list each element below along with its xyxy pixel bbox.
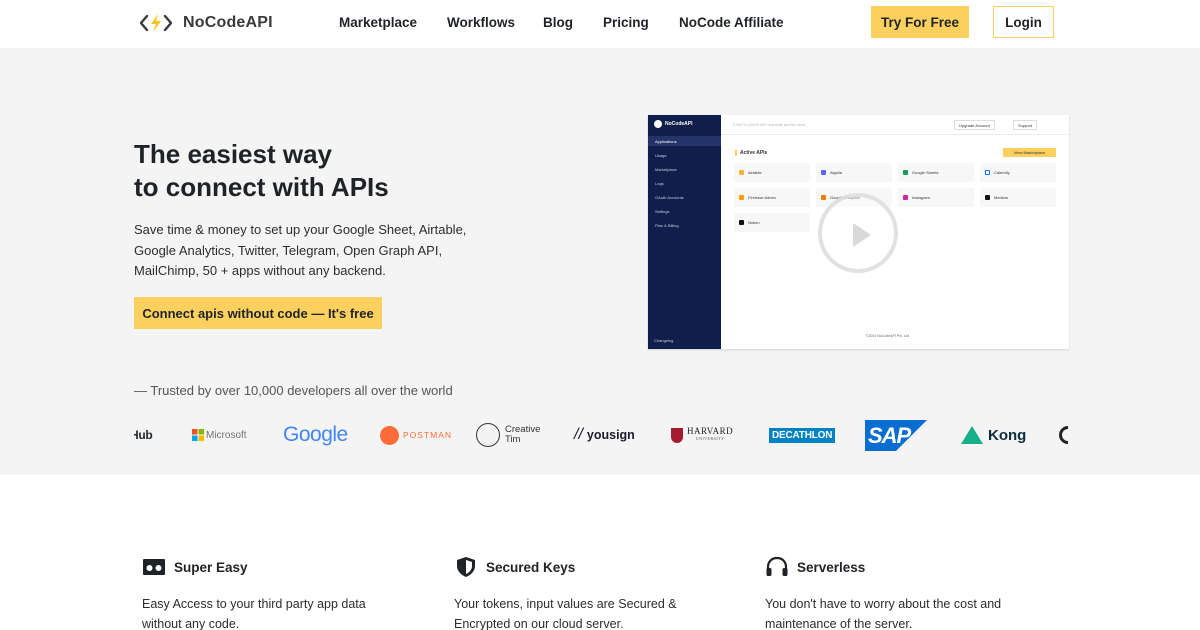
- logo-google: Google: [283, 423, 348, 446]
- top-navigation: NoCodeAPI Marketplace Workflows Blog Pri…: [0, 0, 1200, 48]
- logo-kong: Kong: [961, 415, 1026, 455]
- app-sidebar-item-oauth: OAuth Accounts: [655, 194, 684, 200]
- hero-headline: The easiest way to connect with APIs: [134, 138, 389, 204]
- feature-description: Your tokens, input values are Secured & …: [454, 597, 677, 630]
- app-support-button: Support: [1013, 120, 1038, 130]
- microsoft-icon: [192, 429, 204, 441]
- play-icon: [853, 223, 871, 247]
- app-sidebar-changelog: Changelog: [654, 338, 674, 343]
- postman-icon: [380, 425, 399, 445]
- logo-sap: SAP: [865, 415, 927, 455]
- app-card-notion: Notion: [734, 213, 810, 232]
- hero-headline-line-2: to connect with APIs: [134, 172, 389, 202]
- app-preview-video[interactable]: NoCodeAPI Applications Usage Marketplace…: [648, 115, 1069, 349]
- nav-link-nocode-affiliate[interactable]: NoCode Affiliate: [679, 15, 784, 30]
- kong-icon: [961, 426, 983, 444]
- app-preview-footer: ©2021 NoCodeAPI Pvt. Ltd.: [866, 334, 910, 338]
- login-button[interactable]: Login: [993, 6, 1054, 38]
- connect-apis-button[interactable]: Connect apis without code — It's free: [134, 297, 382, 329]
- app-sidebar-item-marketplace: Marketplace: [655, 166, 677, 172]
- app-sidebar-item-billing: Plan & Billing: [655, 222, 679, 228]
- app-card-firebase: Firebase Admin: [734, 188, 810, 207]
- app-active-apis-title: Active APIs: [735, 150, 767, 156]
- hero-headline-line-1: The easiest way: [134, 139, 332, 169]
- try-for-free-button[interactable]: Try For Free: [871, 6, 969, 38]
- feature-secured-keys: Secured Keys Your tokens, input values a…: [454, 556, 714, 630]
- app-card-medium: Medium: [980, 188, 1056, 207]
- logo-decathlon: DECATHLON: [769, 415, 836, 455]
- app-card-instagram: Instagram: [898, 188, 974, 207]
- customer-logo-strip: Hub Microsoft Google POSTMAN Creative Ti…: [134, 415, 1068, 455]
- feature-title: Super Easy: [174, 559, 248, 575]
- app-preview-brand: NoCodeAPI: [654, 120, 693, 128]
- app-preview-topbar: 0.667% (4/600 API requests quota) used U…: [721, 115, 1069, 135]
- hero-subtitle: Save time & money to set up your Google …: [134, 222, 467, 278]
- feature-serverless: Serverless You don't have to worry about…: [765, 556, 1025, 630]
- partial-logo-icon: [1059, 426, 1068, 444]
- headphones-icon: [766, 556, 788, 576]
- logo-partial: [1059, 415, 1068, 455]
- logo-harvard: HARVARD UNIVERSITY: [671, 415, 733, 455]
- app-preview-logo-icon: [654, 120, 662, 128]
- app-preview-sidebar: NoCodeAPI Applications Usage Marketplace…: [648, 115, 721, 349]
- app-sidebar-item-settings: Settings: [655, 208, 670, 214]
- harvard-shield-icon: [671, 427, 683, 443]
- nav-link-blog[interactable]: Blog: [543, 15, 573, 30]
- app-sidebar-item-logs: Logs: [655, 180, 664, 186]
- app-upgrade-button: Upgrade Account: [954, 120, 995, 130]
- shield-icon: [457, 557, 475, 577]
- feature-super-easy: Super Easy Easy Access to your third par…: [142, 556, 402, 630]
- feature-description: Easy Access to your third party app data…: [142, 597, 366, 630]
- logo-creative-tim: Creative Tim: [476, 415, 540, 455]
- nav-link-marketplace[interactable]: Marketplace: [339, 15, 417, 30]
- play-button[interactable]: [818, 193, 898, 273]
- brand-logo[interactable]: NoCodeAPI: [139, 12, 273, 34]
- brand-name: NoCodeAPI: [183, 14, 273, 31]
- trusted-by-text: — Trusted by over 10,000 developers all …: [134, 383, 453, 398]
- feature-title: Serverless: [797, 559, 866, 575]
- app-card-google-sheets: Google Sheets: [898, 163, 974, 182]
- logo-yousign: // yousign: [574, 426, 635, 443]
- app-card-airtable: Airtable: [734, 163, 810, 182]
- feature-description: You don't have to worry about the cost a…: [765, 597, 1002, 630]
- vr-box-icon: [143, 559, 165, 575]
- nav-link-pricing[interactable]: Pricing: [603, 15, 649, 30]
- app-sidebar-item-applications: Applications: [648, 136, 721, 146]
- logo-github: Hub: [134, 428, 153, 442]
- app-view-marketplace-button: View Marketplace: [1003, 148, 1056, 157]
- app-sidebar-item-usage: Usage: [655, 152, 667, 158]
- code-bolt-icon: [139, 14, 173, 32]
- nav-link-workflows[interactable]: Workflows: [447, 15, 515, 30]
- yousign-icon: //: [574, 426, 583, 443]
- app-card-calendly: Calendly: [980, 163, 1056, 182]
- creative-tim-icon: [476, 423, 500, 447]
- app-card-algolia: Algolia: [816, 163, 892, 182]
- hero-section: The easiest way to connect with APIs Sav…: [0, 48, 1200, 475]
- feature-title: Secured Keys: [486, 559, 576, 575]
- app-quota-text: 0.667% (4/600 API requests quota) used: [733, 122, 806, 127]
- logo-postman: POSTMAN: [380, 415, 452, 455]
- logo-microsoft: Microsoft: [192, 415, 247, 455]
- app-preview-brand-text: NoCodeAPI: [665, 121, 693, 127]
